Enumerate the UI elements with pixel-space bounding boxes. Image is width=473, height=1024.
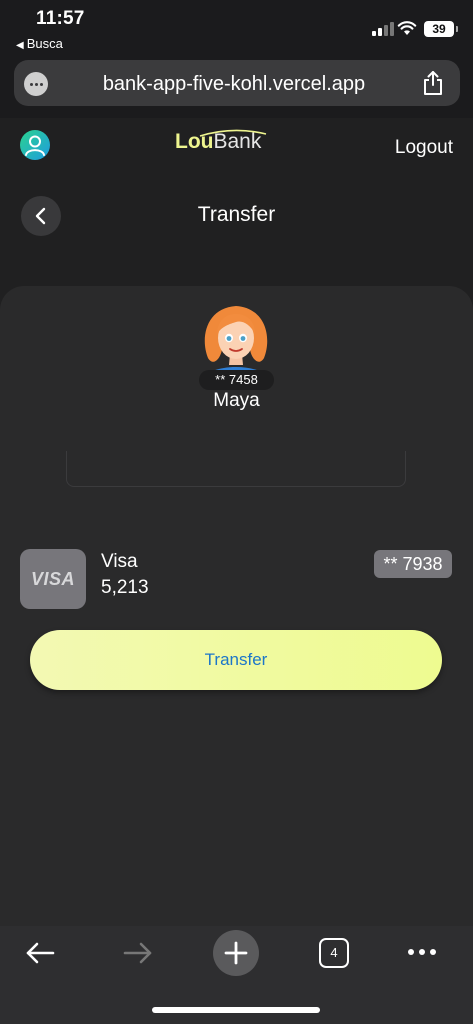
source-card-name: Visa [101, 551, 138, 572]
visa-card-icon[interactable]: VISA [20, 549, 86, 609]
back-triangle-icon: ◀ [16, 40, 24, 51]
user-icon[interactable] [20, 130, 50, 160]
recipient-account-badge: ** 7458 [199, 370, 274, 390]
amount-input[interactable] [66, 451, 406, 487]
logout-button[interactable]: Logout [395, 137, 453, 159]
page-title: Transfer [197, 203, 276, 226]
wifi-icon [397, 21, 417, 35]
more-options-icon[interactable] [24, 72, 48, 96]
status-time: 11:57 [36, 8, 85, 29]
back-app-label: Busca [26, 36, 63, 51]
signal-icon [372, 22, 394, 36]
source-card-balance: 5,213 [101, 577, 149, 598]
url-bar[interactable]: bank-app-five-kohl.vercel.app [14, 60, 460, 106]
forward-arrow-icon[interactable] [122, 940, 154, 966]
card-brand-label: VISA [30, 568, 75, 589]
more-icon[interactable] [408, 944, 440, 960]
back-arrow-icon[interactable] [24, 940, 56, 966]
battery-icon: 39 [424, 21, 458, 37]
url-text[interactable]: bank-app-five-kohl.vercel.app [64, 73, 404, 96]
new-tab-button[interactable] [213, 930, 259, 976]
tabs-icon[interactable]: 4 [319, 938, 349, 968]
home-indicator [152, 1007, 320, 1013]
logo-swoosh-icon [199, 129, 267, 137]
app-container: LouBank Logout Transfer ** 7458 Maya VIS… [0, 118, 473, 946]
browser-toolbar: 4 [0, 926, 473, 1024]
status-bar: 11:57 ◀ Busca 39 [0, 0, 473, 56]
share-icon[interactable] [422, 70, 444, 96]
back-to-app-link[interactable]: ◀ Busca [16, 36, 63, 51]
source-card-number-badge: ** 7938 [374, 550, 452, 578]
transfer-button[interactable]: Transfer [30, 630, 442, 690]
transfer-card: ** 7458 Maya VISA Visa 5,213 ** 7938 Tra… [0, 286, 473, 946]
recipient-name: Maya [213, 390, 260, 411]
plus-icon [224, 941, 248, 965]
